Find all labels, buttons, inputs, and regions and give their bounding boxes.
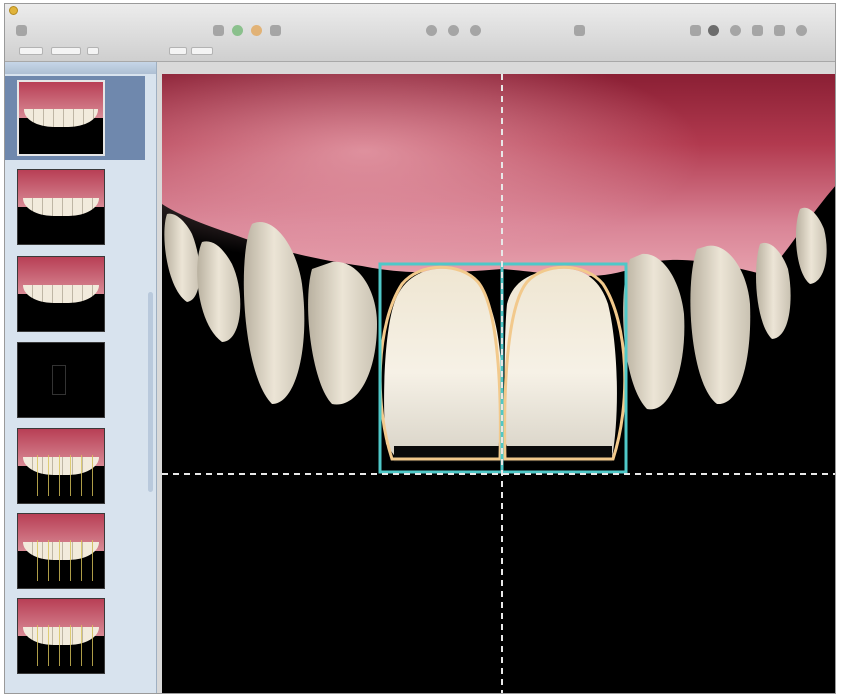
mode-field[interactable] <box>87 47 99 55</box>
thumbnail-teeth <box>24 109 98 127</box>
app-window <box>4 3 836 694</box>
color-icon[interactable] <box>229 22 245 38</box>
zoom-field[interactable] <box>19 47 43 55</box>
slide-thumbnail[interactable] <box>17 342 105 418</box>
format-field[interactable] <box>169 47 187 55</box>
thumbnail-outline <box>52 365 67 395</box>
navigator-header <box>5 62 156 74</box>
tool-icon[interactable] <box>445 22 461 38</box>
tooth-central-right <box>504 268 617 458</box>
thumbnail-guides <box>26 454 96 496</box>
slide-thumbnail[interactable] <box>17 598 105 674</box>
tooth-central-left <box>384 268 502 458</box>
view-field[interactable] <box>51 47 81 55</box>
thumbnail-teeth <box>23 198 99 216</box>
tool-icon[interactable] <box>687 22 703 38</box>
toolbar <box>5 4 835 62</box>
slide-thumbnail[interactable] <box>17 513 105 589</box>
tooth <box>308 261 377 405</box>
tool-icon[interactable] <box>423 22 439 38</box>
slide-thumbnail[interactable] <box>17 169 105 245</box>
media-icon[interactable] <box>771 22 787 38</box>
tool-icon[interactable] <box>267 22 283 38</box>
thumbnail-teeth <box>23 285 99 303</box>
view-icon[interactable] <box>13 22 29 38</box>
info-icon[interactable] <box>727 22 743 38</box>
tool-icon[interactable] <box>210 22 226 38</box>
share-icon[interactable] <box>749 22 765 38</box>
slide-navigator <box>5 62 157 693</box>
tool-icon[interactable] <box>571 22 587 38</box>
navigator-scrollbar[interactable] <box>148 292 153 492</box>
dental-photo <box>162 74 835 693</box>
help-icon[interactable] <box>793 22 809 38</box>
window-dot-icon[interactable] <box>9 6 18 15</box>
slide-thumbnail[interactable] <box>17 80 105 156</box>
slide-canvas[interactable] <box>162 74 835 693</box>
orange-circle-icon[interactable] <box>248 22 264 38</box>
slide-thumbnail[interactable] <box>17 428 105 504</box>
tool-icon[interactable] <box>467 22 483 38</box>
style-field[interactable] <box>191 47 213 55</box>
thumbnail-guides <box>26 624 96 666</box>
dark-circle-icon[interactable] <box>705 22 721 38</box>
thumbnail-guides <box>26 539 96 581</box>
slide-thumbnail[interactable] <box>17 256 105 332</box>
